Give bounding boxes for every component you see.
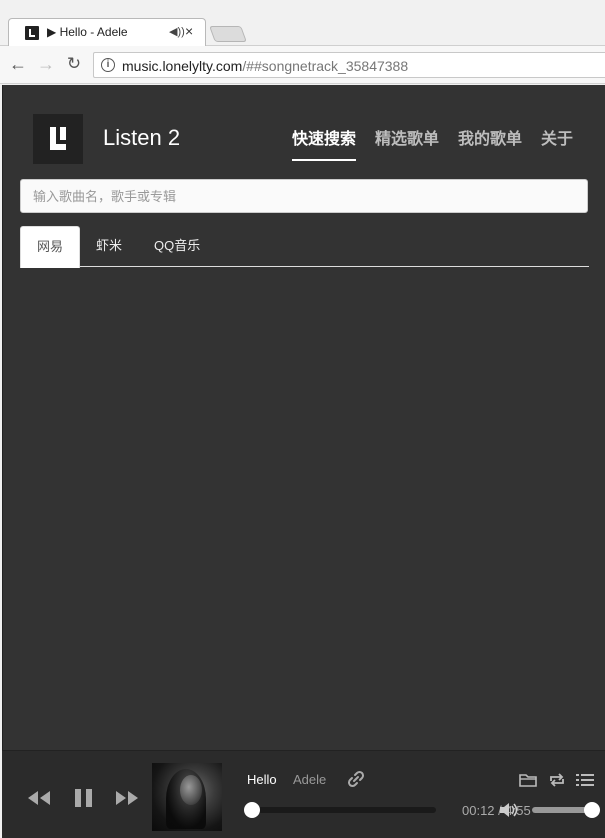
app-main: Listen 2 快速搜索 精选歌单 我的歌单 关于 网易 虾米 QQ音乐 bbox=[2, 85, 605, 750]
forward-arrow-icon[interactable]: → bbox=[36, 54, 56, 74]
nav-quick-search[interactable]: 快速搜索 bbox=[292, 125, 357, 161]
rewind-icon[interactable] bbox=[26, 788, 52, 808]
address-bar[interactable]: i music.lonelylty.com/##songnetrack_3584… bbox=[93, 52, 605, 78]
info-icon[interactable]: i bbox=[101, 58, 115, 72]
nav-featured-playlists[interactable]: 精选歌单 bbox=[375, 125, 439, 161]
search-results-area bbox=[20, 268, 589, 738]
tab-title: ▶ Hello - Adele bbox=[47, 25, 128, 39]
reload-icon[interactable]: ↻ bbox=[64, 54, 84, 74]
song-title[interactable]: Hello bbox=[247, 772, 277, 787]
nav-about[interactable]: 关于 bbox=[541, 125, 573, 161]
app-brand: Listen 2 bbox=[103, 125, 181, 150]
progress-bar[interactable] bbox=[244, 802, 436, 818]
browser-toolbar: ← → ↻ i music.lonelylty.com/##songnetrac… bbox=[0, 46, 605, 84]
top-navigation: 快速搜索 精选歌单 我的歌单 关于 bbox=[292, 125, 573, 161]
volume-knob[interactable] bbox=[584, 802, 600, 818]
song-artist[interactable]: Adele bbox=[293, 772, 326, 787]
nav-my-playlists[interactable]: 我的歌单 bbox=[458, 125, 522, 161]
browser-tab[interactable]: ▶ Hello - Adele ◀)) × bbox=[8, 18, 206, 46]
player-bar: Hello Adele 00:12 / 4:55 bbox=[2, 750, 605, 838]
fast-forward-icon[interactable] bbox=[114, 788, 140, 808]
tab-qq-music[interactable]: QQ音乐 bbox=[138, 226, 216, 267]
listen2-logo bbox=[33, 114, 83, 164]
tab-xiami[interactable]: 虾米 bbox=[80, 226, 138, 267]
volume-slider[interactable] bbox=[532, 802, 600, 818]
link-icon[interactable] bbox=[346, 769, 366, 789]
volume-icon[interactable] bbox=[499, 802, 519, 818]
time-display: 00:12 / 4:55 bbox=[462, 803, 531, 818]
url-host: music.lonelylty.com bbox=[122, 58, 243, 74]
folder-icon[interactable] bbox=[518, 771, 538, 789]
speaker-icon[interactable]: ◀)) bbox=[169, 25, 185, 38]
search-input[interactable] bbox=[20, 179, 588, 213]
url-text[interactable]: music.lonelylty.com/##songnetrack_358473… bbox=[122, 58, 408, 74]
listen2-favicon-icon bbox=[25, 26, 39, 40]
browser-tabstrip: ▶ Hello - Adele ◀)) × bbox=[0, 0, 605, 46]
progress-knob[interactable] bbox=[244, 802, 260, 818]
url-path: /##songnetrack_35847388 bbox=[242, 58, 409, 74]
volume-fill bbox=[532, 807, 592, 813]
pause-icon[interactable] bbox=[73, 788, 95, 808]
album-cover[interactable] bbox=[152, 763, 222, 831]
tab-netease[interactable]: 网易 bbox=[20, 226, 81, 268]
playlist-icon[interactable] bbox=[575, 771, 595, 789]
back-arrow-icon[interactable]: ← bbox=[8, 54, 28, 74]
source-tabs: 网易 虾米 QQ音乐 bbox=[20, 226, 589, 268]
repeat-icon[interactable] bbox=[547, 771, 567, 789]
close-icon[interactable]: × bbox=[185, 23, 193, 39]
new-tab-button[interactable] bbox=[209, 26, 247, 42]
